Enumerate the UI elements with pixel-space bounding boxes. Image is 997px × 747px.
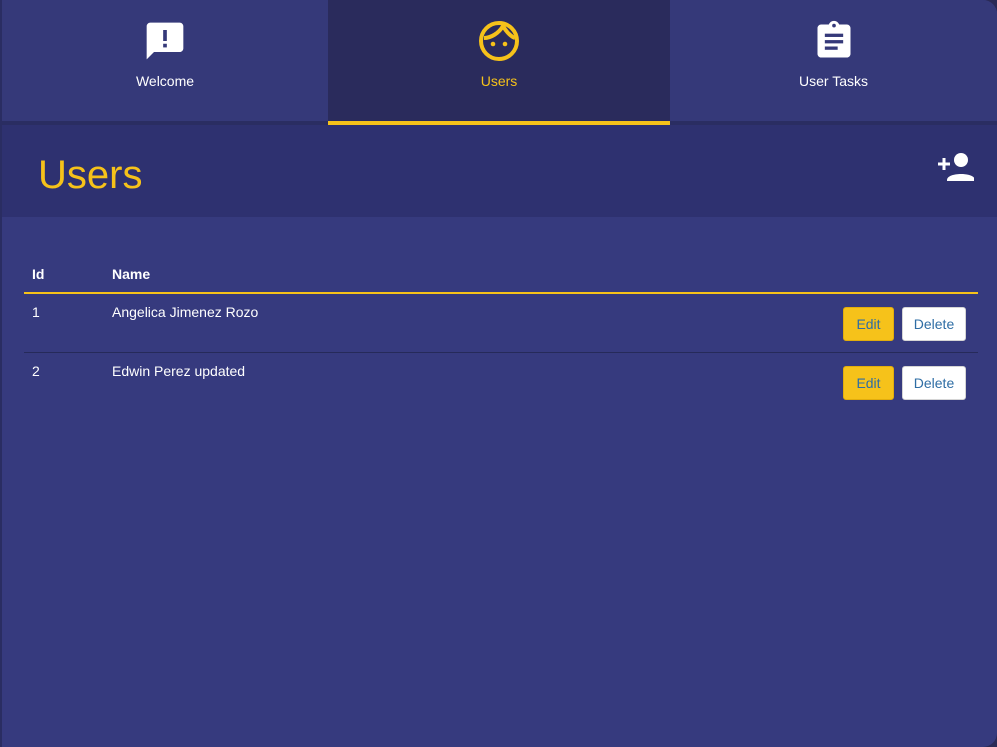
table-row: 1 Angelica Jimenez Rozo Edit Delete	[24, 294, 978, 353]
page-title: Users	[38, 153, 143, 197]
tab-label: User Tasks	[799, 73, 868, 89]
page-header: Users	[2, 125, 997, 217]
tab-welcome[interactable]: Welcome	[2, 0, 328, 121]
add-user-button[interactable]	[936, 152, 975, 187]
tab-user-tasks[interactable]: User Tasks	[670, 0, 997, 121]
tab-label: Welcome	[135, 73, 195, 89]
feedback-icon	[143, 19, 187, 63]
users-table: Id Name 1 Angelica Jimenez Rozo Edit Del…	[24, 253, 978, 412]
face-icon	[477, 19, 521, 63]
person-add-icon	[936, 152, 975, 187]
clipboard-icon	[812, 19, 856, 63]
tab-bar: Welcome Users User Tasks	[2, 0, 997, 125]
column-header-id: Id	[32, 266, 45, 282]
cell-name: Edwin Perez updated	[112, 363, 246, 379]
table-row: 2 Edwin Perez updated Edit Delete	[24, 353, 978, 412]
delete-button[interactable]: Delete	[902, 307, 966, 341]
column-header-name: Name	[112, 266, 151, 282]
tab-label: Users	[480, 73, 518, 89]
cell-name: Angelica Jimenez Rozo	[112, 304, 259, 320]
app-window: Welcome Users User Tasks Users Id Name 1…	[0, 0, 997, 747]
edit-button[interactable]: Edit	[843, 307, 894, 341]
cell-id: 1	[32, 304, 40, 320]
table-header: Id Name	[24, 253, 978, 294]
edit-button[interactable]: Edit	[843, 366, 894, 400]
cell-id: 2	[32, 363, 40, 379]
tab-users[interactable]: Users	[328, 0, 670, 121]
delete-button[interactable]: Delete	[902, 366, 966, 400]
